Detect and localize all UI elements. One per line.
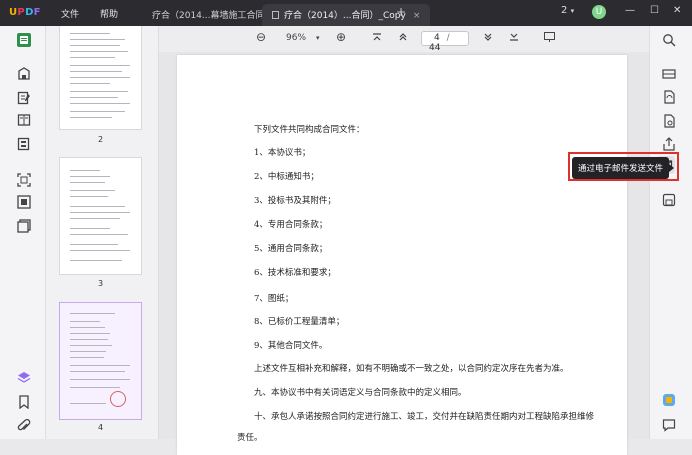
zoom-dropdown-icon[interactable]: ▾ [316,34,320,42]
prev-page-icon[interactable] [398,32,408,45]
ocr-scan-icon[interactable] [662,66,676,80]
window-count[interactable]: 2 ▾ [561,5,574,16]
menu-help[interactable]: 帮助 [100,7,118,20]
doc-line: 九、本协议书中有关词语定义与合同条款中的定义相同。 [254,388,467,398]
batch-icon[interactable] [17,218,31,233]
doc-line: 1、本协议书； [254,148,311,158]
bookmark-icon[interactable] [17,394,31,410]
protect-icon[interactable] [17,194,31,209]
page-number-3: 3 [97,279,104,288]
left-tool-rail [0,26,46,439]
share-icon[interactable] [662,136,676,151]
ocr-icon[interactable] [17,172,31,187]
annotation-highlight-box [568,152,679,181]
page-thumbnail-4[interactable] [59,302,142,420]
thumbnail-panel: 2 3 4 [46,26,159,439]
doc-line: 9、其他合同文件。 [254,341,328,351]
doc-line: 责任。 [237,433,263,443]
chat-icon[interactable] [662,417,676,432]
zoom-level[interactable]: 96% [286,33,306,43]
doc-line: 4、专用合同条款； [254,220,328,230]
form-icon[interactable] [17,136,31,151]
attachment-icon[interactable] [17,418,31,432]
tab-label: 疗合（2014）...合同）_Copy [284,11,406,21]
app-logo[interactable]: UPDF [9,7,41,18]
search-icon[interactable] [662,32,676,47]
page-organize-icon[interactable] [17,112,31,126]
comment-icon[interactable] [17,66,31,80]
tab-label: 疗合（2014...幕墙施工合同） [152,11,274,21]
presentation-icon[interactable] [544,32,555,45]
doc-line: 上述文件互相补充和解释，如有不明确或不一致之处，以合同约定次序在先者为准。 [254,364,569,374]
doc-line: 十、承包人承诺按照合同约定进行施工、竣工，交付并在缺陷责任期内对工程缺陷承担维修 [254,412,595,422]
pdf-page: 下列文件共同构成合同文件： 1、本协议书； 2、中标通知书； 3、投标书及其附件… [177,55,627,455]
doc-line: 下列文件共同构成合同文件： [254,125,365,135]
add-tab-button[interactable]: + [396,5,406,19]
edit-pdf-icon[interactable] [17,90,31,105]
doc-line: 7、图纸； [254,294,294,304]
page-thumbnail-2[interactable] [59,26,142,130]
convert-icon[interactable] [662,89,676,104]
file-icon [272,11,279,19]
first-page-icon[interactable] [372,32,382,45]
next-page-icon[interactable] [483,32,493,45]
last-page-icon[interactable] [509,32,519,45]
avatar[interactable]: U [592,5,606,19]
page-number-input[interactable]: 4 / 44 [421,31,469,53]
doc-line: 2、中标通知书； [254,172,319,182]
protect-doc-icon[interactable] [662,113,676,128]
stamp-icon [110,391,126,407]
view-toolbar: ⊖ 96% ▾ ⊕ 4 / 44 [159,26,649,53]
menu-file[interactable]: 文件 [61,7,79,20]
right-tool-rail [649,26,692,439]
minimize-button[interactable]: — [625,5,635,16]
page-thumbnail-3[interactable] [59,157,142,275]
ai-assistant-icon[interactable] [662,392,676,406]
doc-line: 6、技术标准和要求； [254,268,336,278]
page-number-2: 2 [97,135,104,144]
zoom-out-button[interactable]: ⊖ [256,30,266,44]
title-bar: UPDF 文件 帮助 疗合（2014...幕墙施工合同） 疗合（2014）...… [0,0,692,26]
layers-icon[interactable] [17,370,31,384]
tab-close-icon[interactable]: × [413,11,421,21]
doc-line: 5、通用合同条款； [254,244,328,254]
doc-line: 3、投标书及其附件； [254,196,336,206]
close-button[interactable]: ✕ [673,5,681,16]
zoom-in-button[interactable]: ⊕ [336,30,346,44]
save-as-icon[interactable] [662,192,676,207]
document-viewer[interactable]: 下列文件共同构成合同文件： 1、本协议书； 2、中标通知书； 3、投标书及其附件… [159,52,649,455]
doc-line: 8、已标价工程量清单； [254,317,345,327]
page-number-4: 4 [97,423,104,432]
reader-mode-icon[interactable] [17,32,31,47]
maximize-button[interactable]: ☐ [650,5,659,16]
